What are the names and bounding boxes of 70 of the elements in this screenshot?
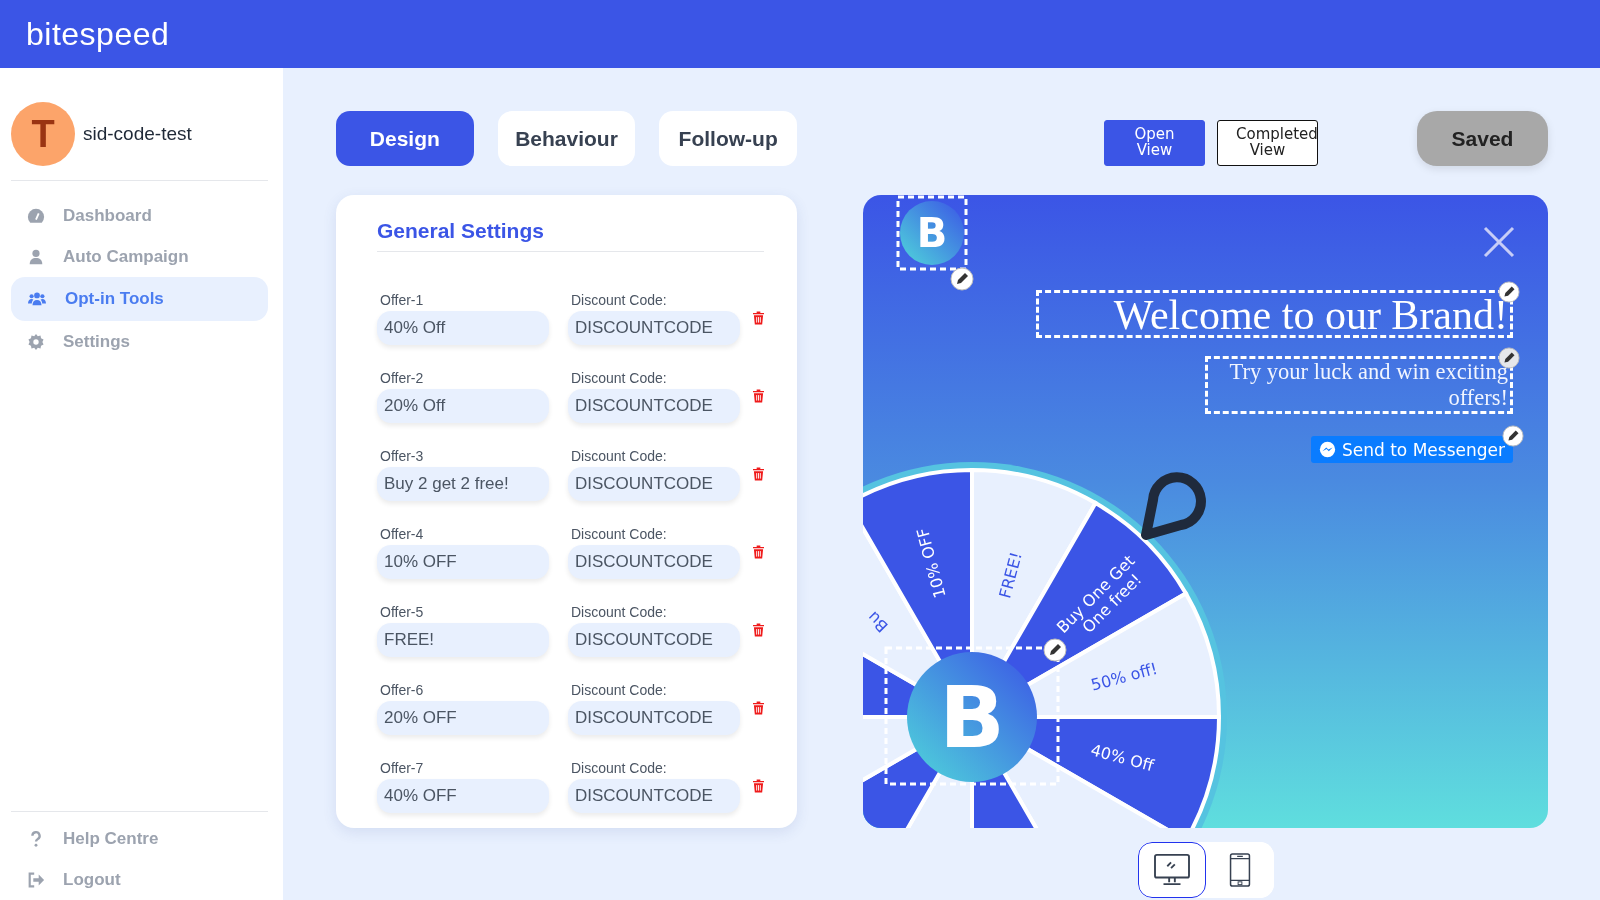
offer-field[interactable]: 20% Off — [377, 389, 549, 423]
offer-field[interactable]: 40% OFF — [377, 779, 549, 813]
wheel-label: 10% OFF — [912, 525, 950, 601]
field-label: Offer-6 — [379, 682, 425, 698]
field-label: Discount Code: — [570, 370, 668, 386]
tab[interactable]: Behaviour — [497, 111, 636, 166]
field-label: Offer-7 — [379, 760, 425, 776]
discount-code-field[interactable]: DISCOUNTCODE — [568, 701, 740, 735]
discount-code-field[interactable]: DISCOUNTCODE — [568, 779, 740, 813]
trash-icon[interactable] — [753, 623, 764, 637]
field-label: Discount Code: — [570, 448, 668, 464]
nav-item[interactable]: Opt-in Tools — [11, 277, 268, 321]
field-label: Discount Code: — [570, 760, 668, 776]
discount-code-field[interactable]: DISCOUNTCODE — [568, 623, 740, 657]
field-label: Discount Code: — [570, 292, 668, 308]
logo-letter: B — [916, 210, 948, 256]
brand-logo: bitespeed — [26, 15, 170, 53]
field-label: Offer-5 — [379, 604, 425, 620]
trash-icon[interactable] — [753, 311, 764, 325]
messenger-icon — [1319, 441, 1336, 458]
field-label: Offer-2 — [379, 370, 425, 386]
view-toggle-button[interactable]: Completed View — [1217, 120, 1318, 166]
wheel-label: 40% Off — [1088, 740, 1156, 776]
logout-icon — [27, 870, 45, 889]
close-icon[interactable] — [1483, 226, 1515, 258]
edit-icon[interactable] — [1043, 638, 1067, 662]
discount-code-field[interactable]: DISCOUNTCODE — [568, 389, 740, 423]
view-toggle-button[interactable]: Open View — [1104, 120, 1205, 166]
field-label: Discount Code: — [570, 526, 668, 542]
offer-field[interactable]: FREE! — [377, 623, 549, 657]
logo-badge — [900, 201, 964, 265]
hub-letter: B — [939, 667, 1005, 767]
discount-code-field[interactable]: DISCOUNTCODE — [568, 545, 740, 579]
wheel-label: Bu — [863, 607, 892, 637]
tab[interactable]: Follow-up — [659, 111, 797, 166]
tab[interactable]: Design — [336, 111, 474, 166]
trash-icon[interactable] — [753, 545, 764, 559]
send-to-messenger-button[interactable]: Send to Messenger — [1311, 436, 1513, 463]
trash-icon[interactable] — [753, 701, 764, 715]
user-avatar: T — [11, 102, 75, 166]
trash-icon[interactable] — [753, 389, 764, 403]
wheel-pointer — [1141, 472, 1206, 540]
offer-field[interactable]: 40% Off — [377, 311, 549, 345]
offer-field[interactable]: 10% OFF — [377, 545, 549, 579]
discount-code-field[interactable]: DISCOUNTCODE — [568, 311, 740, 345]
wheel-label: FREE! — [995, 550, 1026, 601]
field-label: Discount Code: — [570, 682, 668, 698]
trash-icon[interactable] — [753, 467, 764, 481]
user-icon — [27, 247, 45, 266]
field-label: Discount Code: — [570, 604, 668, 620]
gear-icon — [27, 332, 45, 351]
discount-code-field[interactable]: DISCOUNTCODE — [568, 467, 740, 501]
field-label: Offer-3 — [379, 448, 425, 464]
field-label: Offer-1 — [379, 292, 425, 308]
trash-icon[interactable] — [753, 779, 764, 793]
user-name: sid-code-test — [83, 123, 192, 145]
popup-title: Welcome to our Brand! — [1113, 292, 1508, 338]
popup-subtitle: Try your luck and win exciting offers! — [1228, 359, 1508, 411]
users-icon — [27, 290, 47, 308]
field-label: Offer-4 — [379, 526, 425, 542]
phone-icon — [1227, 853, 1252, 887]
saved-button[interactable]: Saved — [1417, 111, 1548, 166]
offer-field[interactable]: Buy 2 get 2 free! — [377, 467, 549, 501]
dashboard-icon — [27, 206, 45, 225]
edit-icon[interactable] — [950, 267, 974, 291]
desktop-view-button[interactable] — [1137, 842, 1206, 898]
monitor-icon — [1152, 853, 1191, 887]
wheel-label: 50% off! — [1088, 658, 1160, 695]
offer-field[interactable]: 20% OFF — [377, 701, 549, 735]
section-title: General Settings — [377, 219, 764, 252]
